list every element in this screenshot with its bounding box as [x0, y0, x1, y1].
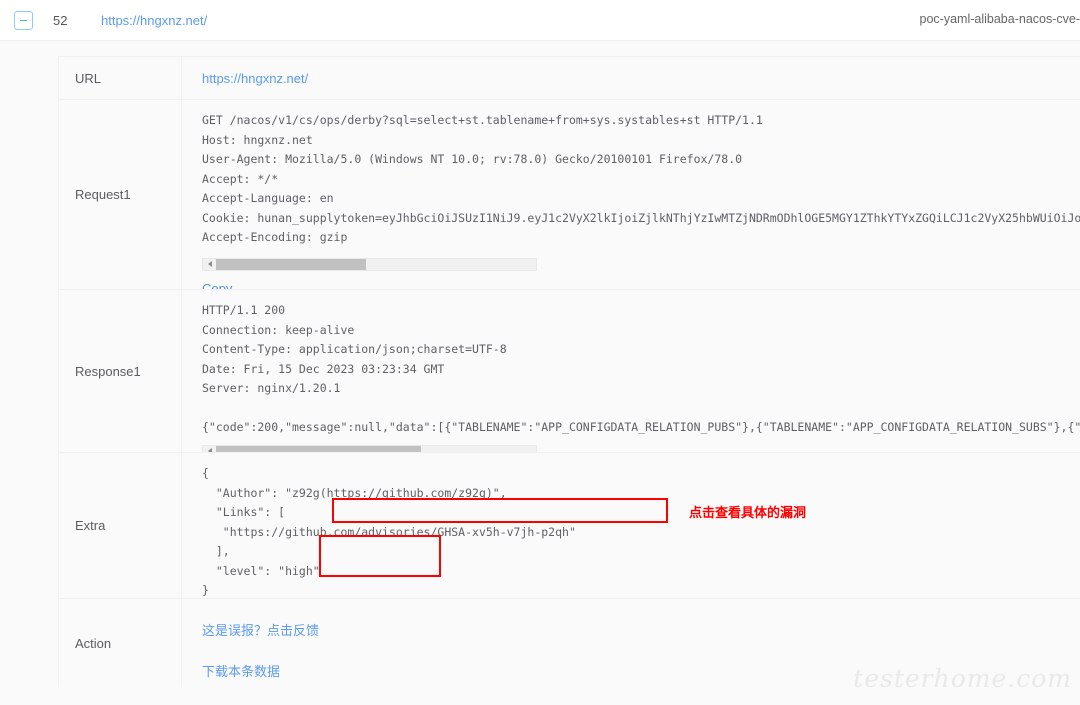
response-body-text: HTTP/1.1 200 Connection: keep-alive Cont…: [202, 303, 1080, 434]
extra-json-text: { "Author": "z92g(https://github.com/z92…: [202, 466, 576, 597]
url-link[interactable]: https://hngxnz.net/: [202, 71, 308, 86]
collapse-row-button[interactable]: [14, 10, 33, 30]
detail-row-request1: Request1 GET /nacos/v1/cs/ops/derby?sql=…: [59, 100, 1080, 290]
detail-row-extra: Extra { "Author": "z92g(https://github.c…: [59, 453, 1080, 599]
detail-value-request1: GET /nacos/v1/cs/ops/derby?sql=select+st…: [182, 100, 1080, 289]
scrollbar-thumb[interactable]: [216, 445, 421, 452]
detail-row-response1: Response1 HTTP/1.1 200 Connection: keep-…: [59, 290, 1080, 453]
detail-label-request1: Request1: [59, 100, 182, 289]
response-horizontal-scrollbar[interactable]: [202, 444, 537, 453]
scroll-left-arrow-icon[interactable]: [203, 259, 216, 270]
request-body-text: GET /nacos/v1/cs/ops/derby?sql=select+st…: [202, 113, 1080, 244]
detail-label-action: Action: [59, 599, 182, 687]
detail-label-response1: Response1: [59, 290, 182, 452]
detail-value-url: https://hngxnz.net/: [182, 57, 1080, 99]
request-horizontal-scrollbar[interactable]: [202, 257, 537, 271]
detail-label-extra: Extra: [59, 453, 182, 598]
row-index: 52: [53, 12, 68, 28]
site-watermark: testerhome.com: [853, 664, 1072, 693]
minus-icon: [20, 19, 27, 21]
poc-name-label: poc-yaml-alibaba-nacos-cve-: [919, 12, 1080, 26]
copy-request-button[interactable]: Copy: [202, 281, 232, 290]
annotation-text: 点击查看具体的漏洞: [689, 506, 807, 521]
detail-table: URL https://hngxnz.net/ Request1 GET /na…: [58, 56, 1080, 687]
row-detail-panel: URL https://hngxnz.net/ Request1 GET /na…: [0, 41, 1080, 705]
detail-label-url: URL: [59, 57, 182, 99]
detail-value-extra: { "Author": "z92g(https://github.com/z92…: [182, 453, 1080, 598]
scroll-left-arrow-icon[interactable]: [203, 446, 216, 453]
report-false-positive-link[interactable]: 这是误报？点击反馈: [202, 620, 1080, 639]
scrollbar-thumb[interactable]: [216, 258, 366, 270]
detail-value-response1: HTTP/1.1 200 Connection: keep-alive Cont…: [182, 290, 1080, 452]
row-url-link[interactable]: https://hngxnz.net/: [101, 13, 207, 28]
detail-row-url: URL https://hngxnz.net/: [59, 57, 1080, 100]
expanded-table-row-header: 52 https://hngxnz.net/ poc-yaml-alibaba-…: [0, 0, 1080, 41]
